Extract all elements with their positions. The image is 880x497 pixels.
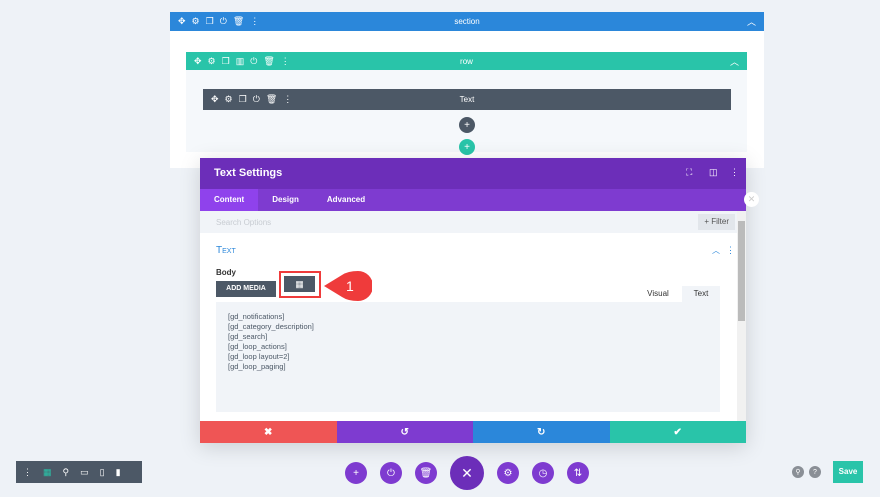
move-icon[interactable]: ✥	[211, 94, 219, 105]
add-button[interactable]: +	[345, 462, 367, 484]
save-button[interactable]: Save	[833, 461, 863, 483]
content-line: [gd_notifications]	[228, 312, 285, 321]
redo-button[interactable]: ↻	[473, 421, 610, 443]
more-icon[interactable]: ⋮	[250, 16, 259, 27]
content-line: [gd_search]	[228, 332, 268, 341]
content-line: [gd_loop layout=2]	[228, 352, 290, 361]
content-line: [gd_category_description]	[228, 322, 314, 331]
power-icon[interactable]: ⏻	[220, 16, 227, 27]
power-icon[interactable]: ⏻	[253, 94, 260, 105]
modal-header: Text Settings ⛶ ◫ ⋮	[200, 158, 746, 189]
module-toolbar[interactable]: ✥ ⚙ ❐ ⏻ 🗑 ⋮ Text	[203, 89, 731, 110]
more-icon[interactable]: ⋮	[23, 467, 32, 478]
callout-number: 1	[346, 278, 354, 294]
tablet-icon[interactable]: ▯	[100, 467, 105, 478]
editor-tab-text[interactable]: Text	[682, 286, 720, 302]
phone-icon[interactable]: ▮	[116, 467, 121, 478]
content-line: [gd_loop_actions]	[228, 342, 287, 351]
gear-icon[interactable]: ⚙	[225, 94, 233, 105]
tab-content[interactable]: Content	[200, 189, 259, 211]
chevron-up-icon[interactable]: ︿	[712, 245, 720, 256]
power-button[interactable]: ⏻	[380, 462, 402, 484]
trash-icon[interactable]: 🗑	[233, 16, 244, 27]
add-media-button[interactable]: ADD MEDIA	[216, 281, 276, 297]
row-toolbar[interactable]: ✥ ⚙ ❐ ▥ ⏻ 🗑 ⋮ row ︿	[186, 52, 747, 70]
row-container: ✥ ⚙ ❐ ▥ ⏻ 🗑 ⋮ row ︿ ✥ ⚙ ❐ ⏻ 🗑 ⋮ Text	[186, 52, 747, 152]
history-button[interactable]: ◷	[532, 462, 554, 484]
duplicate-icon[interactable]: ❐	[239, 94, 247, 105]
help-icon[interactable]: ?	[809, 466, 821, 478]
more-icon[interactable]: ⋮	[281, 56, 290, 67]
callout-badge: 1	[324, 271, 373, 301]
modal-tabs: Content Design Advanced	[200, 189, 746, 211]
group-title[interactable]: Text	[216, 245, 236, 256]
text-settings-modal: Text Settings ⛶ ◫ ⋮ Content Design Advan…	[200, 158, 746, 443]
search-input[interactable]: Search Options	[216, 218, 271, 227]
cancel-button[interactable]: ✖	[200, 421, 337, 443]
modal-title: Text Settings	[214, 167, 283, 179]
settings-button[interactable]: ⚙	[497, 462, 519, 484]
split-view-icon[interactable]: ◫	[709, 167, 718, 178]
grid-icon: ▦	[295, 279, 304, 289]
trash-icon[interactable]: 🗑	[266, 94, 277, 105]
gear-icon[interactable]: ⚙	[192, 16, 200, 27]
gear-icon[interactable]: ⚙	[208, 56, 216, 67]
layout-button[interactable]: ▦	[284, 276, 315, 292]
chevron-up-icon[interactable]: ︿	[730, 55, 739, 68]
trash-icon[interactable]: 🗑	[263, 56, 274, 67]
more-icon[interactable]: ⋮	[283, 94, 292, 105]
close-float-icon[interactable]: ✕	[744, 192, 759, 207]
portability-button[interactable]: ⇅	[567, 462, 589, 484]
confirm-button[interactable]: ✔	[609, 421, 746, 443]
content-line: [gd_loop_paging]	[228, 362, 286, 371]
content-textarea[interactable]: [gd_notifications] [gd_category_descript…	[216, 302, 720, 412]
trash-button[interactable]: 🗑	[415, 462, 437, 484]
wireframe-icon[interactable]: ▦	[43, 467, 52, 478]
chevron-up-icon[interactable]: ︿	[747, 15, 756, 28]
columns-icon[interactable]: ▥	[236, 56, 245, 67]
more-icon[interactable]: ⋮	[730, 167, 739, 178]
tab-advanced[interactable]: Advanced	[313, 189, 379, 211]
search-help-icon[interactable]: ⚲	[792, 466, 804, 478]
close-button[interactable]: ✕	[450, 456, 484, 490]
search-row: Search Options + Filter	[200, 211, 737, 233]
power-icon[interactable]: ⏻	[250, 56, 257, 67]
scrollbar[interactable]	[737, 211, 746, 421]
add-row-button[interactable]: +	[459, 139, 475, 155]
tab-design[interactable]: Design	[258, 189, 313, 211]
editor-tab-visual[interactable]: Visual	[634, 286, 682, 302]
fullscreen-icon[interactable]: ⛶	[686, 167, 692, 178]
zoom-icon[interactable]: ⚲	[63, 467, 70, 478]
body-label: Body	[216, 268, 236, 277]
section-toolbar[interactable]: ✥ ⚙ ❐ ⏻ 🗑 ⋮ section ︿	[170, 12, 764, 31]
filter-button[interactable]: + Filter	[698, 214, 735, 230]
view-toolbar: ⋮ ▦ ⚲ ▭ ▯ ▮	[16, 461, 142, 483]
add-module-button[interactable]: +	[459, 117, 475, 133]
duplicate-icon[interactable]: ❐	[206, 16, 214, 27]
desktop-icon[interactable]: ▭	[80, 467, 89, 478]
move-icon[interactable]: ✥	[178, 16, 186, 27]
move-icon[interactable]: ✥	[194, 56, 202, 67]
undo-button[interactable]: ↺	[336, 421, 473, 443]
modal-footer: ✖ ↺ ↻ ✔	[200, 421, 746, 443]
more-icon[interactable]: ⋮	[726, 245, 735, 256]
duplicate-icon[interactable]: ❐	[222, 56, 230, 67]
